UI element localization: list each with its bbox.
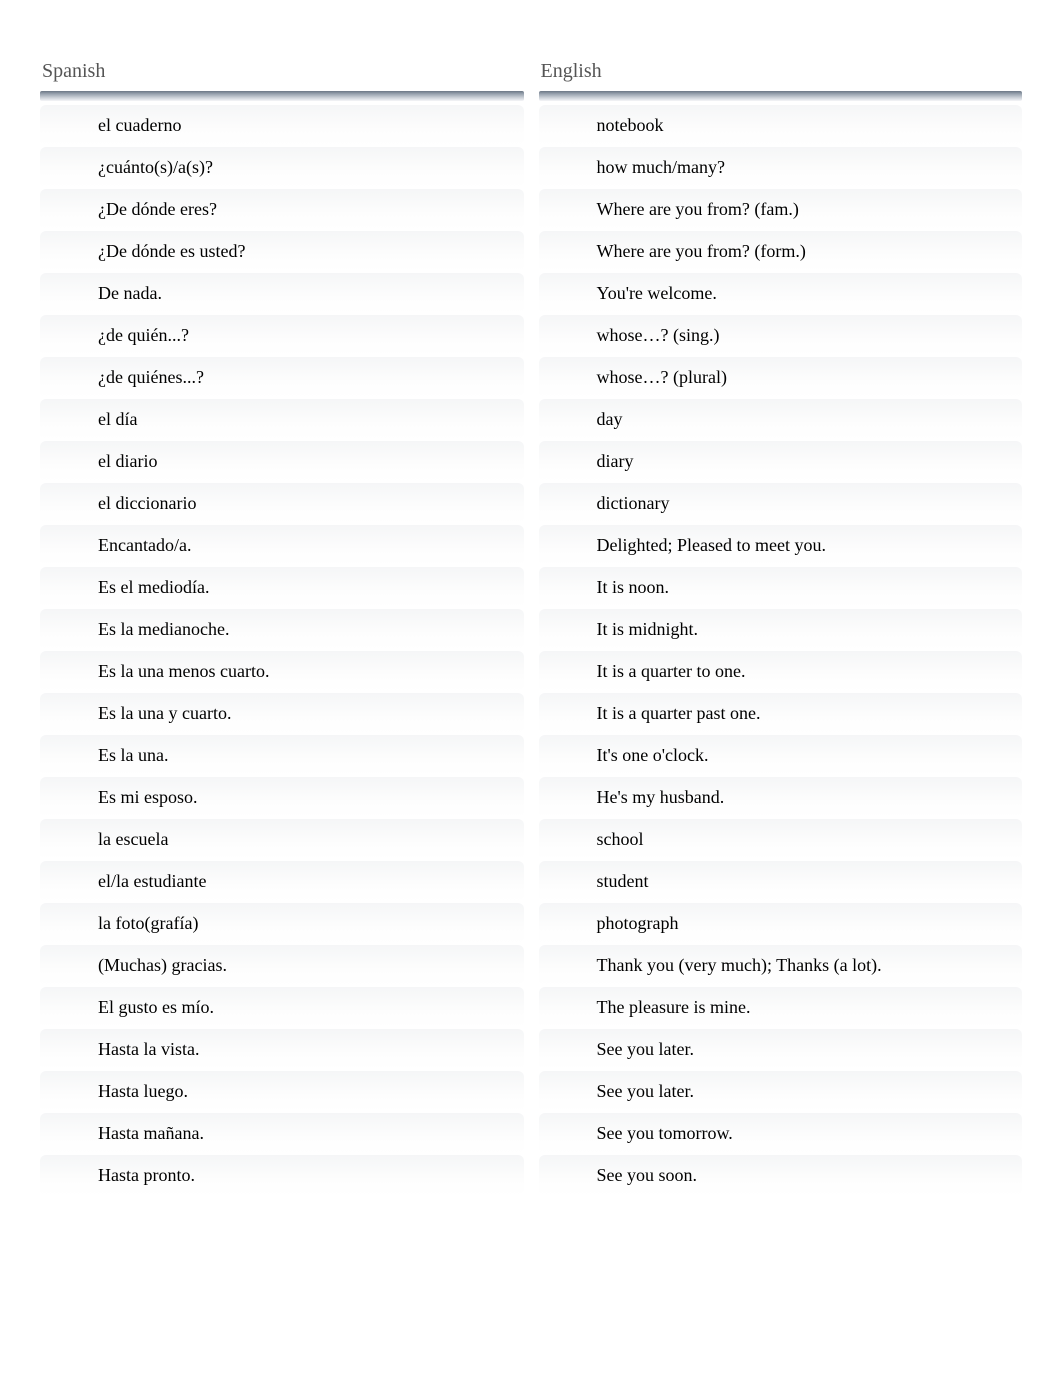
- table-row: notebook: [539, 105, 1023, 146]
- table-row: Encantado/a.: [40, 525, 524, 566]
- table-row: It is a quarter past one.: [539, 693, 1023, 734]
- spanish-column: Spanish el cuaderno¿cuánto(s)/a(s)?¿De d…: [40, 60, 524, 1197]
- table-row: Es la una.: [40, 735, 524, 776]
- table-row: ¿De dónde es usted?: [40, 231, 524, 272]
- table-row: el diccionario: [40, 483, 524, 524]
- table-row: dictionary: [539, 483, 1023, 524]
- table-row: ¿de quién...?: [40, 315, 524, 356]
- table-row: Es el mediodía.: [40, 567, 524, 608]
- table-row: Es la medianoche.: [40, 609, 524, 650]
- table-row: It is midnight.: [539, 609, 1023, 650]
- table-row: Where are you from? (form.): [539, 231, 1023, 272]
- table-row: See you soon.: [539, 1155, 1023, 1196]
- table-row: how much/many?: [539, 147, 1023, 188]
- table-row: ¿cuánto(s)/a(s)?: [40, 147, 524, 188]
- table-row: ¿de quiénes...?: [40, 357, 524, 398]
- header-divider: [539, 91, 1023, 101]
- table-row: Hasta luego.: [40, 1071, 524, 1112]
- table-row: Delighted; Pleased to meet you.: [539, 525, 1023, 566]
- table-row: Hasta mañana.: [40, 1113, 524, 1154]
- table-row: el/la estudiante: [40, 861, 524, 902]
- table-row: De nada.: [40, 273, 524, 314]
- english-header: English: [539, 60, 1023, 91]
- table-row: Hasta pronto.: [40, 1155, 524, 1196]
- table-row: whose…? (sing.): [539, 315, 1023, 356]
- table-row: ¿De dónde eres?: [40, 189, 524, 230]
- table-row: day: [539, 399, 1023, 440]
- table-row: diary: [539, 441, 1023, 482]
- table-row: El gusto es mío.: [40, 987, 524, 1028]
- table-row: Where are you from? (fam.): [539, 189, 1023, 230]
- table-row: el diario: [40, 441, 524, 482]
- table-row: Es la una menos cuarto.: [40, 651, 524, 692]
- table-row: el cuaderno: [40, 105, 524, 146]
- table-row: student: [539, 861, 1023, 902]
- table-row: la foto(grafía): [40, 903, 524, 944]
- vocab-table: Spanish el cuaderno¿cuánto(s)/a(s)?¿De d…: [40, 60, 1022, 1197]
- table-row: He's my husband.: [539, 777, 1023, 818]
- table-row: You're welcome.: [539, 273, 1023, 314]
- table-row: Thank you (very much); Thanks (a lot).: [539, 945, 1023, 986]
- table-row: Es la una y cuarto.: [40, 693, 524, 734]
- table-row: The pleasure is mine.: [539, 987, 1023, 1028]
- spanish-header: Spanish: [40, 60, 524, 91]
- english-column: English notebookhow much/many?Where are …: [539, 60, 1023, 1197]
- table-row: whose…? (plural): [539, 357, 1023, 398]
- table-row: photograph: [539, 903, 1023, 944]
- table-row: See you tomorrow.: [539, 1113, 1023, 1154]
- table-row: Es mi esposo.: [40, 777, 524, 818]
- table-row: It is a quarter to one.: [539, 651, 1023, 692]
- table-row: It is noon.: [539, 567, 1023, 608]
- table-row: school: [539, 819, 1023, 860]
- table-row: Hasta la vista.: [40, 1029, 524, 1070]
- table-row: See you later.: [539, 1071, 1023, 1112]
- header-divider: [40, 91, 524, 101]
- table-row: el día: [40, 399, 524, 440]
- table-row: la escuela: [40, 819, 524, 860]
- table-row: See you later.: [539, 1029, 1023, 1070]
- table-row: (Muchas) gracias.: [40, 945, 524, 986]
- table-row: It's one o'clock.: [539, 735, 1023, 776]
